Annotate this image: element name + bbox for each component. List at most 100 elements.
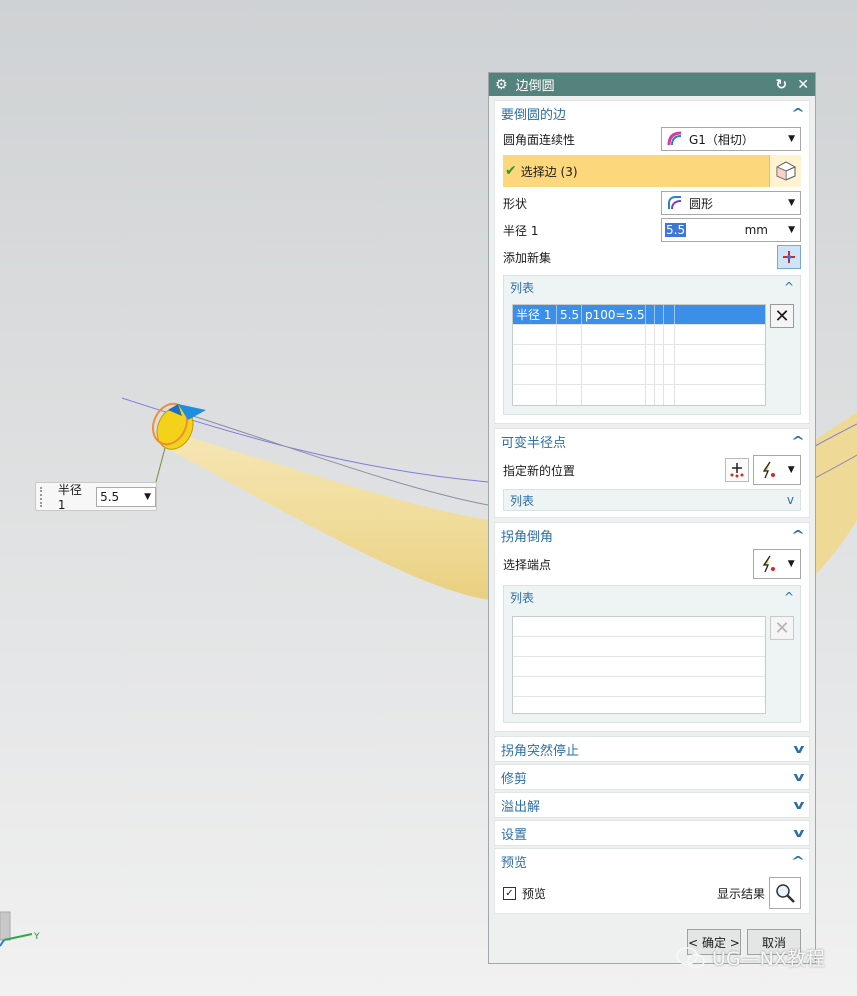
remove-button[interactable]: ✕	[770, 304, 794, 328]
reset-icon[interactable]: ↻	[776, 77, 788, 93]
cube-icon	[776, 161, 795, 181]
section-corner-stop-header[interactable]: 拐角突然停止 v	[495, 737, 809, 761]
section-overflow-header[interactable]: 溢出解 v	[495, 793, 809, 817]
table-row[interactable]: 半径 1 5.5 p100=5.5	[513, 305, 765, 325]
edges-list-title: 列表	[510, 280, 535, 295]
section-settings-header[interactable]: 设置 v	[495, 821, 809, 845]
section-settings-title: 设置	[501, 827, 528, 843]
triad-cube	[0, 911, 11, 941]
edges-list-header[interactable]: 列表 ^	[504, 276, 800, 298]
show-result-label: 显示结果	[716, 886, 765, 901]
floating-radius-label: 半径 1	[57, 483, 82, 512]
chevron-up-icon[interactable]: ^	[784, 590, 794, 604]
section-variable-radius: 可变半径点 ^ 指定新的位置 ▼ 列表 v	[494, 428, 810, 518]
circular-shape-icon	[668, 196, 682, 210]
select-endpoint-row: 选择端点 ▼	[495, 547, 809, 581]
chevron-down-icon[interactable]: v	[794, 798, 805, 812]
table-cell: p100=5.5	[582, 305, 646, 324]
chevron-up-icon[interactable]: ^	[791, 106, 805, 120]
show-result-button[interactable]	[769, 877, 801, 909]
select-edge-label: 选择边 (3)	[520, 164, 578, 179]
section-trim-header[interactable]: 修剪 v	[495, 765, 809, 789]
dropdown-arrow-icon: ▼	[788, 134, 795, 144]
point-dialog-button[interactable]	[725, 458, 749, 482]
axis-y-label: Y	[33, 932, 40, 942]
add-new-set-label: 添加新集	[503, 250, 552, 265]
leader-line	[155, 447, 166, 483]
section-trim: 修剪 v	[494, 764, 810, 790]
continuity-value: G1（相切）	[689, 132, 754, 147]
add-new-set-row: 添加新集	[495, 243, 809, 271]
preview-checkbox[interactable]: ✓	[503, 886, 516, 900]
section-overflow-title: 溢出解	[501, 799, 541, 815]
checkmark-icon: ✔	[505, 163, 517, 179]
shape-label: 形状	[503, 196, 528, 211]
chevron-down-icon[interactable]: v	[794, 742, 805, 756]
endpoint-combo[interactable]: ▼	[753, 549, 801, 579]
part-body-right	[815, 412, 857, 575]
corner-list-panel: 列表 ^ ✕	[503, 585, 801, 723]
shape-value: 圆形	[689, 196, 714, 211]
floating-radius-field[interactable]: 5.5 ▼	[96, 486, 156, 507]
section-edges-header[interactable]: 要倒圆的边 ^	[495, 101, 809, 125]
corner-list-body: ✕	[504, 608, 800, 722]
chevron-up-icon[interactable]: ^	[784, 280, 794, 294]
add-new-set-button[interactable]	[777, 245, 801, 269]
watermark-text: UG—NX教程	[712, 948, 825, 970]
corner-list-header[interactable]: 列表 ^	[504, 586, 800, 608]
dropdown-arrow-icon: ▼	[788, 198, 795, 208]
magnifier-icon	[776, 884, 795, 903]
chevron-down-icon[interactable]: v	[794, 826, 805, 840]
select-edge-cube-button[interactable]	[769, 155, 801, 187]
close-icon[interactable]: ✕	[797, 77, 809, 93]
edges-list-body: 半径 1 5.5 p100=5.5 ✕	[504, 298, 800, 414]
shape-row: 形状 圆形 ▼	[495, 189, 809, 217]
continuity-select[interactable]: G1（相切） ▼	[661, 127, 801, 151]
table-cell: 半径 1	[513, 305, 557, 324]
chevron-down-icon[interactable]: v	[787, 493, 794, 507]
table-row	[513, 697, 765, 713]
section-variable-header[interactable]: 可变半径点 ^	[495, 429, 809, 453]
drag-handle[interactable]	[40, 486, 44, 507]
chevron-up-icon[interactable]: ^	[791, 854, 805, 868]
section-overflow: 溢出解 v	[494, 792, 810, 818]
edges-list-panel: 列表 ^ 半径 1 5.5 p100=5.5 ✕	[503, 275, 801, 415]
x-icon: ✕	[774, 617, 790, 639]
edge-blend-dialog: ⚙ 边倒圆 ↻ ✕ 要倒圆的边 ^ 圆角面连续性 G1（相切） ▼ ✔ 选择边 …	[488, 72, 816, 964]
table-row	[513, 325, 765, 345]
radius-input[interactable]: 5.5 mm ▼	[661, 218, 801, 242]
preview-label: 预览	[522, 886, 547, 901]
dropdown-arrow-icon[interactable]: ▼	[144, 488, 151, 506]
floating-radius-value: 5.5	[100, 489, 120, 504]
add-set-icon	[783, 251, 795, 263]
section-corner-header[interactable]: 拐角倒角 ^	[495, 523, 809, 547]
section-corner-stop-title: 拐角突然停止	[501, 743, 580, 759]
dialog-titlebar[interactable]: ⚙ 边倒圆 ↻ ✕	[489, 73, 815, 96]
corner-list-title: 列表	[510, 590, 535, 605]
g1-icon	[667, 131, 682, 146]
section-preview: 预览 ^ ✓ 预览 显示结果	[494, 848, 810, 914]
table-row	[513, 657, 765, 677]
section-variable-title: 可变半径点	[501, 435, 567, 451]
radius-row: 半径 1 5.5 mm ▼	[495, 217, 809, 243]
remove-button-disabled: ✕	[770, 616, 794, 640]
table-cell	[675, 305, 765, 324]
radius-label: 半径 1	[503, 223, 539, 238]
select-edge-row[interactable]: ✔ 选择边 (3)	[503, 155, 801, 187]
shape-select[interactable]: 圆形 ▼	[661, 191, 801, 215]
table-row	[513, 617, 765, 637]
chevron-down-icon[interactable]: v	[794, 770, 805, 784]
variable-list-header[interactable]: 列表 v	[503, 489, 801, 511]
section-edges-title: 要倒圆的边	[501, 107, 567, 123]
section-corner-stop: 拐角突然停止 v	[494, 736, 810, 762]
dialog-title: 边倒圆	[515, 79, 555, 94]
section-preview-header[interactable]: 预览 ^	[495, 849, 809, 873]
triad-z-axis	[0, 939, 5, 947]
preview-row: ✓ 预览 显示结果	[495, 873, 809, 913]
gear-icon[interactable]: ⚙	[495, 77, 508, 93]
dropdown-arrow-icon[interactable]: ▼	[788, 225, 795, 235]
chevron-up-icon[interactable]: ^	[791, 434, 805, 448]
inferred-point-combo[interactable]: ▼	[753, 455, 801, 485]
chevron-up-icon[interactable]: ^	[791, 528, 805, 542]
dropdown-arrow-icon: ▼	[787, 465, 795, 475]
